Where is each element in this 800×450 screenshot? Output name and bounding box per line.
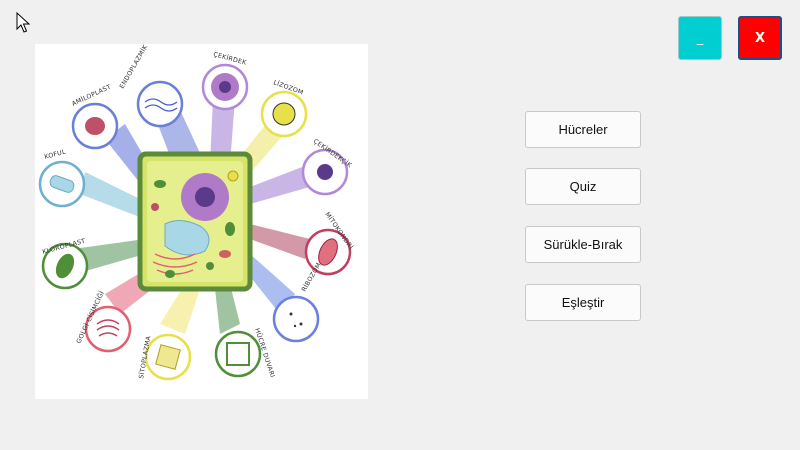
surukle-birak-button[interactable]: Sürükle-Bırak: [525, 226, 641, 263]
label-koful: KOFUL: [44, 148, 67, 160]
eslestir-button[interactable]: Eşleştir: [525, 284, 641, 321]
minimize-button[interactable]: _: [678, 16, 722, 60]
mouse-cursor-icon: [16, 12, 31, 33]
plant-cell-diagram: ENDOPLAZMİK RETİKULUM ÇEKİRDEK LİZOZOM Ç…: [35, 44, 368, 399]
hucreler-button[interactable]: Hücreler: [525, 111, 641, 148]
label-cekirdek: ÇEKİRDEK: [212, 49, 248, 67]
quiz-button[interactable]: Quiz: [525, 168, 641, 205]
close-button[interactable]: X: [738, 16, 782, 60]
cell-body: [137, 151, 253, 292]
